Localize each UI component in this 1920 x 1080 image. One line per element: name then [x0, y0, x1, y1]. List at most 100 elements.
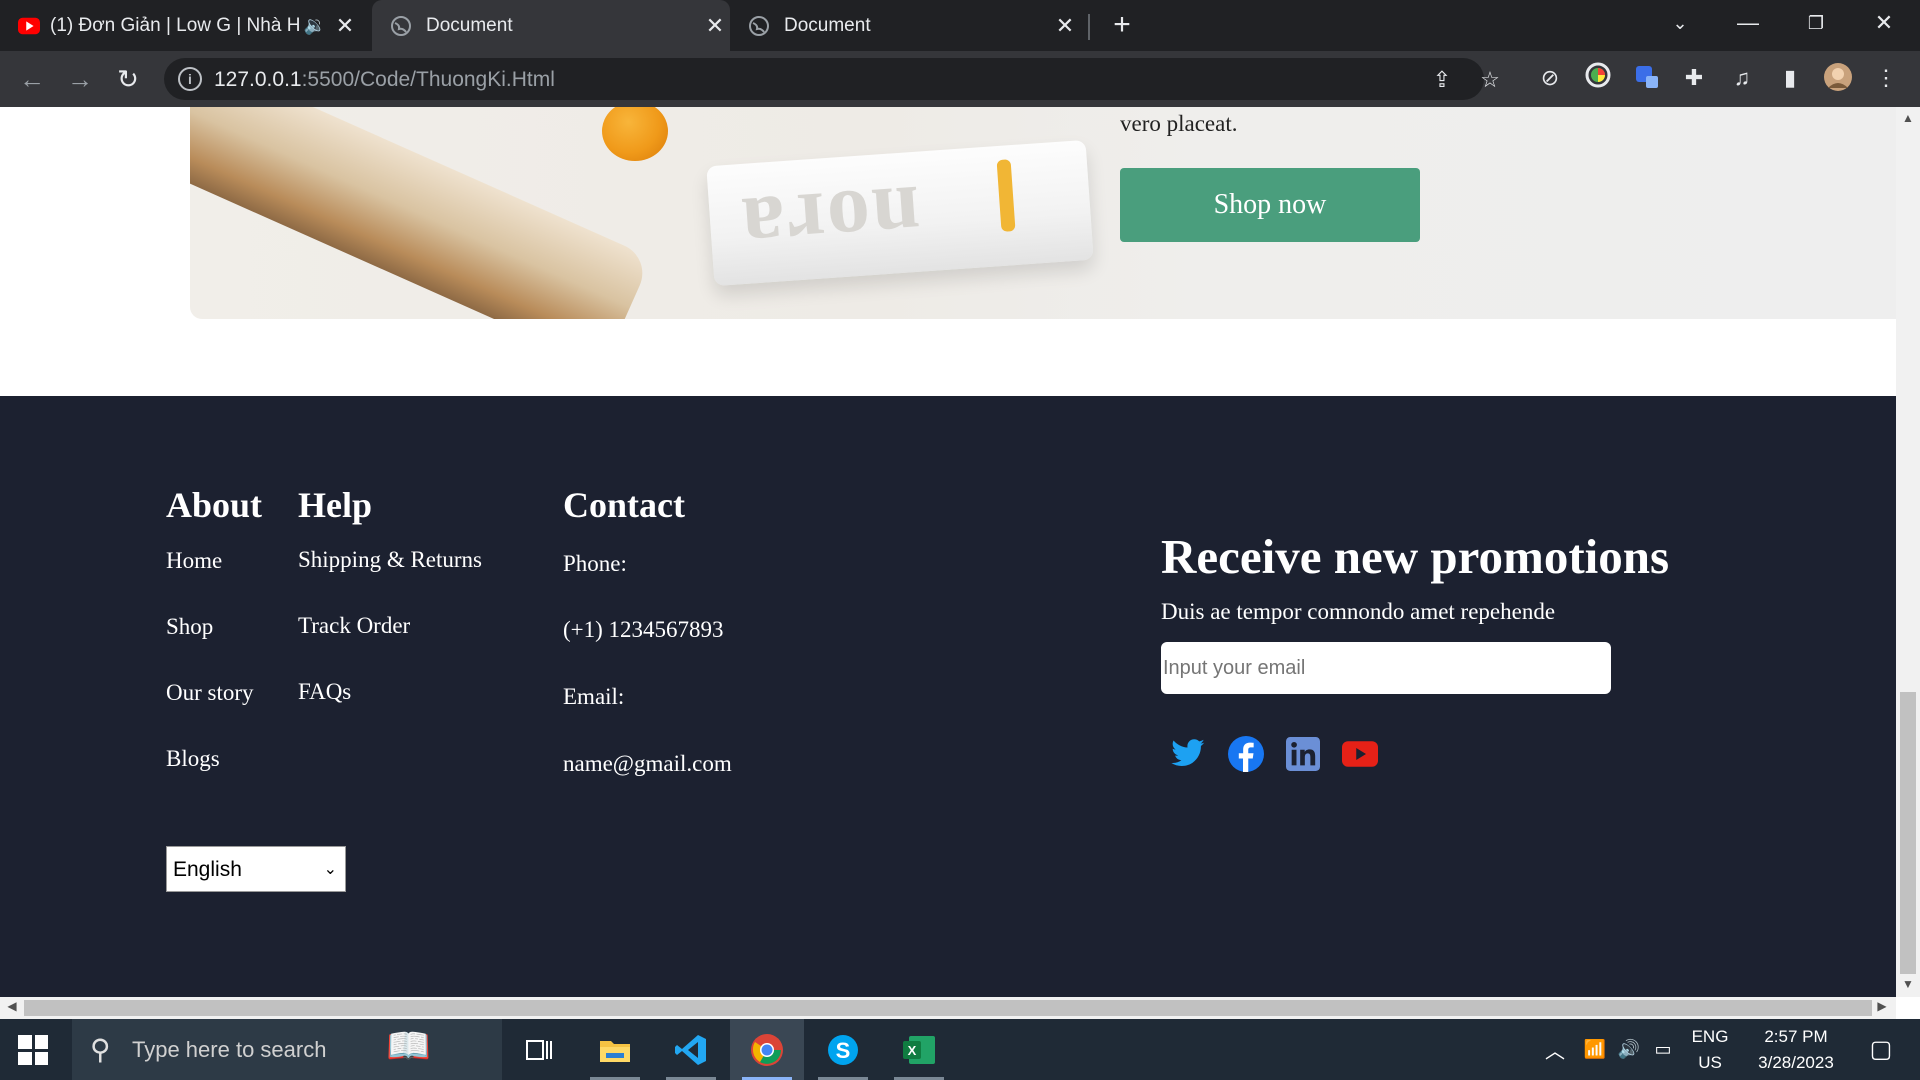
linkedin-icon[interactable]	[1283, 734, 1323, 774]
footer-link-our-story[interactable]: Our story	[166, 680, 254, 706]
youtube-icon[interactable]	[1340, 734, 1380, 774]
windows-start-icon[interactable]	[18, 1035, 48, 1065]
footer-about-heading: About	[166, 485, 263, 525]
tab-document-active[interactable]: Document ✕	[372, 0, 730, 51]
globe-icon	[748, 15, 770, 37]
youtube-icon	[18, 15, 40, 37]
show-hidden-icons-chevron[interactable]: ︿	[1538, 1019, 1572, 1080]
footer-contact-heading: Contact	[563, 485, 685, 525]
globe-icon	[390, 15, 412, 37]
orange-fruit-image	[602, 107, 668, 161]
shop-now-button[interactable]: Shop now	[1120, 168, 1420, 242]
extension-color-icon[interactable]	[1582, 62, 1614, 94]
extension-compass-icon[interactable]: ⊘	[1534, 62, 1566, 94]
scroll-left-arrow[interactable]: ◀	[2, 999, 22, 1013]
clock-date: 3/28/2023	[1758, 1052, 1834, 1072]
hero-banner: nora	[190, 107, 1896, 319]
tab-title: Document	[784, 14, 871, 36]
vscode-icon[interactable]	[654, 1019, 728, 1080]
tab-document[interactable]: Document ✕	[730, 0, 1080, 51]
horizontal-scrollbar[interactable]: ◀ ▶	[0, 997, 1896, 1019]
side-panel-icon[interactable]: ▮	[1774, 62, 1806, 94]
horizontal-scroll-thumb[interactable]	[24, 1000, 1872, 1016]
battery-icon[interactable]: ▭	[1646, 1019, 1680, 1080]
tab-separator	[1088, 14, 1090, 40]
reload-icon[interactable]: ↻	[110, 61, 146, 97]
notification-center-icon[interactable]: ▢	[1856, 1019, 1906, 1080]
taskbar-search-box[interactable]: ⚲ Type here to search 📖	[72, 1019, 502, 1080]
network-icon[interactable]: 📶	[1578, 1019, 1612, 1080]
contact-email-label: Email:	[563, 684, 625, 709]
tab-title: Document	[426, 14, 513, 36]
forward-icon[interactable]: →	[62, 61, 98, 97]
twitter-icon[interactable]	[1168, 734, 1208, 774]
footer-link-shipping-returns[interactable]: Shipping & Returns	[298, 547, 482, 573]
tab-youtube[interactable]: (1) Đơn Giản | Low G | Nhà Hát Anh 🔉 ✕	[0, 0, 360, 51]
scroll-down-arrow[interactable]: ▼	[1896, 977, 1920, 991]
svg-text:X: X	[908, 1043, 917, 1058]
product-brand: nora	[737, 167, 924, 277]
address-bar[interactable]: i 127.0.0.1:5500/Code/ThuongKi.Html ⇪ ☆	[164, 58, 1500, 100]
browser-tab-strip: (1) Đơn Giản | Low G | Nhà Hát Anh 🔉 ✕ D…	[0, 0, 1920, 51]
footer-link-home[interactable]: Home	[166, 548, 222, 574]
site-footer: About Home Shop Our story Blogs Help Shi…	[0, 396, 1896, 997]
extensions-puzzle-icon[interactable]: ✚	[1678, 62, 1710, 94]
vertical-scroll-thumb[interactable]	[1900, 692, 1916, 974]
url-text[interactable]: 127.0.0.1:5500/Code/ThuongKi.Html	[214, 68, 555, 92]
speaker-icon[interactable]: 🔉	[300, 15, 330, 36]
vertical-scrollbar[interactable]: ▲ ▼	[1896, 107, 1920, 997]
menu-kebab-icon[interactable]: ⋮	[1870, 62, 1902, 94]
minimize-button[interactable]: —	[1718, 6, 1778, 40]
tab-title: (1) Đơn Giản | Low G | Nhà Hát Anh	[50, 14, 300, 36]
search-highlight-illustration: 📖	[386, 1025, 431, 1066]
share-icon[interactable]: ⇪	[1428, 66, 1456, 94]
task-view-icon[interactable]	[502, 1019, 576, 1080]
chevron-down-icon: ⌄	[323, 861, 337, 878]
back-icon[interactable]: ←	[14, 61, 50, 97]
media-control-icon[interactable]: ♫	[1726, 62, 1758, 94]
footer-link-faqs[interactable]: FAQs	[298, 679, 351, 705]
svg-text:S: S	[836, 1038, 851, 1063]
footer-link-track-order[interactable]: Track Order	[298, 613, 410, 639]
volume-icon[interactable]: 🔊	[1612, 1019, 1646, 1080]
input-language: ENG	[1691, 1026, 1729, 1046]
product-label-band	[996, 159, 1016, 232]
bookmark-star-icon[interactable]: ☆	[1476, 66, 1504, 94]
close-tab-icon[interactable]: ✕	[330, 13, 360, 39]
facebook-icon[interactable]	[1226, 734, 1266, 774]
language-select[interactable]: English ⌄	[166, 846, 346, 892]
page-viewport: nora vero placeat. Shop now About Home S…	[0, 107, 1896, 997]
input-region: US	[1698, 1052, 1722, 1072]
language-select-value: English	[173, 858, 242, 881]
input-language-indicator[interactable]: ENG US	[1684, 1019, 1736, 1080]
footer-link-shop[interactable]: Shop	[166, 614, 213, 640]
hero-description: vero placeat.	[1120, 111, 1238, 136]
footer-link-blogs[interactable]: Blogs	[166, 746, 220, 772]
file-explorer-icon[interactable]	[578, 1019, 652, 1080]
contact-email-value: name@gmail.com	[563, 751, 732, 776]
site-info-icon[interactable]: i	[178, 67, 202, 91]
product-bottle-image: nora	[706, 139, 1094, 287]
close-window-button[interactable]: ✕	[1854, 6, 1914, 40]
restore-button[interactable]: ❐	[1786, 6, 1846, 40]
new-tab-button[interactable]: +	[1105, 8, 1139, 42]
contact-phone-value: (+1) 1234567893	[563, 617, 724, 642]
taskbar-search-placeholder: Type here to search	[132, 1037, 327, 1062]
chrome-icon[interactable]	[730, 1019, 804, 1080]
clock[interactable]: 2:57 PM 3/28/2023	[1740, 1019, 1852, 1080]
clock-time: 2:57 PM	[1764, 1026, 1828, 1046]
email-input[interactable]: Input your email	[1161, 642, 1611, 694]
skype-icon[interactable]: S	[806, 1019, 880, 1080]
driftwood-image	[190, 107, 652, 319]
close-tab-icon[interactable]: ✕	[700, 13, 730, 39]
contact-phone-label: Phone:	[563, 551, 627, 576]
promo-title: Receive new promotions	[1161, 529, 1670, 584]
excel-icon[interactable]: X	[882, 1019, 956, 1080]
tab-search-icon[interactable]: ⌄	[1650, 6, 1710, 40]
extension-translate-icon[interactable]	[1630, 62, 1662, 94]
promo-subtitle: Duis ae tempor comnondo amet repehende	[1161, 599, 1556, 624]
profile-avatar[interactable]	[1822, 62, 1854, 94]
scroll-up-arrow[interactable]: ▲	[1896, 111, 1920, 125]
scroll-right-arrow[interactable]: ▶	[1872, 999, 1892, 1013]
close-tab-icon[interactable]: ✕	[1050, 13, 1080, 39]
